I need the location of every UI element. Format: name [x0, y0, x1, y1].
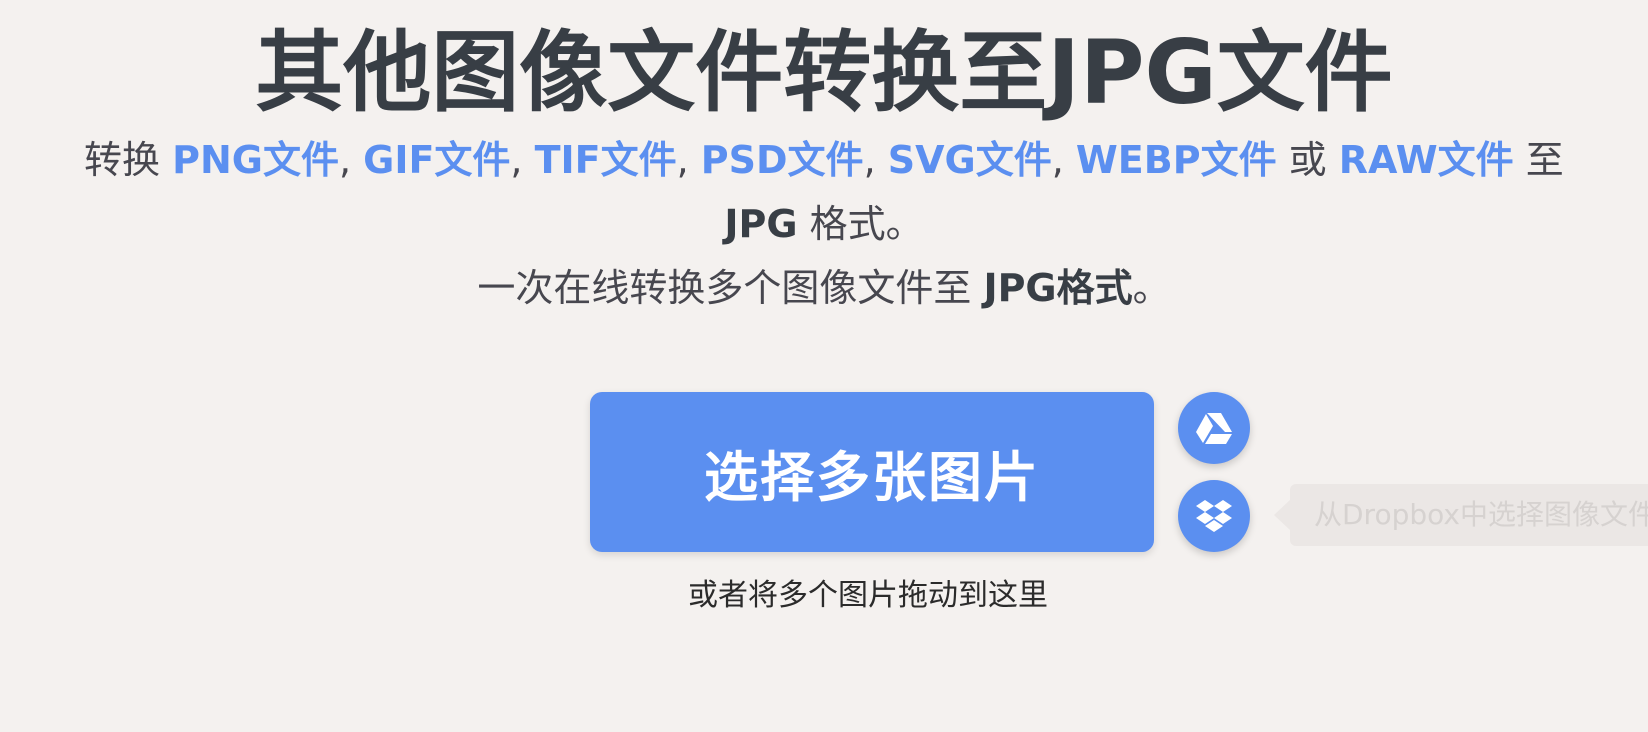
- intro-line-batch: 一次在线转换多个图像文件至 JPG格式。: [0, 256, 1648, 320]
- page-title: 其他图像文件转换至JPG文件: [255, 21, 1393, 124]
- dropbox-icon: [1196, 500, 1232, 532]
- dropbox-tooltip: 从Dropbox中选择图像文件: [1290, 484, 1648, 546]
- intro-line-target: JPG 格式。: [0, 192, 1648, 256]
- drop-hint: 或者将多个图片拖动到这里: [688, 578, 1048, 613]
- batch-format: JPG格式: [983, 266, 1133, 310]
- select-images-label: 选择多张图片: [704, 445, 1040, 509]
- target-format: JPG: [724, 202, 798, 246]
- intro-line-formats: 转换 PNG文件, GIF文件, TIF文件, PSD文件, SVG文件, WE…: [84, 128, 1564, 192]
- separator: ,: [863, 138, 888, 182]
- google-drive-icon: [1196, 413, 1232, 444]
- target-format-rest: 格式。: [797, 202, 924, 246]
- format-link-webp[interactable]: WEBP文件: [1076, 138, 1277, 182]
- format-link-tif[interactable]: TIF文件: [535, 138, 677, 182]
- separator: ,: [1051, 138, 1076, 182]
- format-link-svg[interactable]: SVG文件: [888, 138, 1052, 182]
- intro-prefix: 转换: [84, 138, 173, 182]
- batch-text: 一次在线转换多个图像文件至: [477, 266, 984, 310]
- separator: ,: [338, 138, 364, 182]
- format-link-psd[interactable]: PSD文件: [701, 138, 864, 182]
- separator: ,: [510, 138, 535, 182]
- google-drive-button[interactable]: [1178, 392, 1250, 464]
- tooltip-arrow: [1274, 500, 1290, 530]
- batch-end: 。: [1132, 266, 1171, 310]
- or-word: 或: [1276, 138, 1339, 182]
- format-link-png[interactable]: PNG文件: [172, 138, 339, 182]
- intro-suffix: 至: [1513, 138, 1564, 182]
- dropbox-button[interactable]: [1178, 480, 1250, 552]
- page: 其他图像文件转换至JPG文件 转换 PNG文件, GIF文件, TIF文件, P…: [0, 0, 1648, 732]
- select-images-button[interactable]: 选择多张图片: [590, 392, 1154, 552]
- format-link-gif[interactable]: GIF文件: [363, 138, 510, 182]
- format-link-raw[interactable]: RAW文件: [1339, 138, 1514, 182]
- separator: ,: [676, 138, 701, 182]
